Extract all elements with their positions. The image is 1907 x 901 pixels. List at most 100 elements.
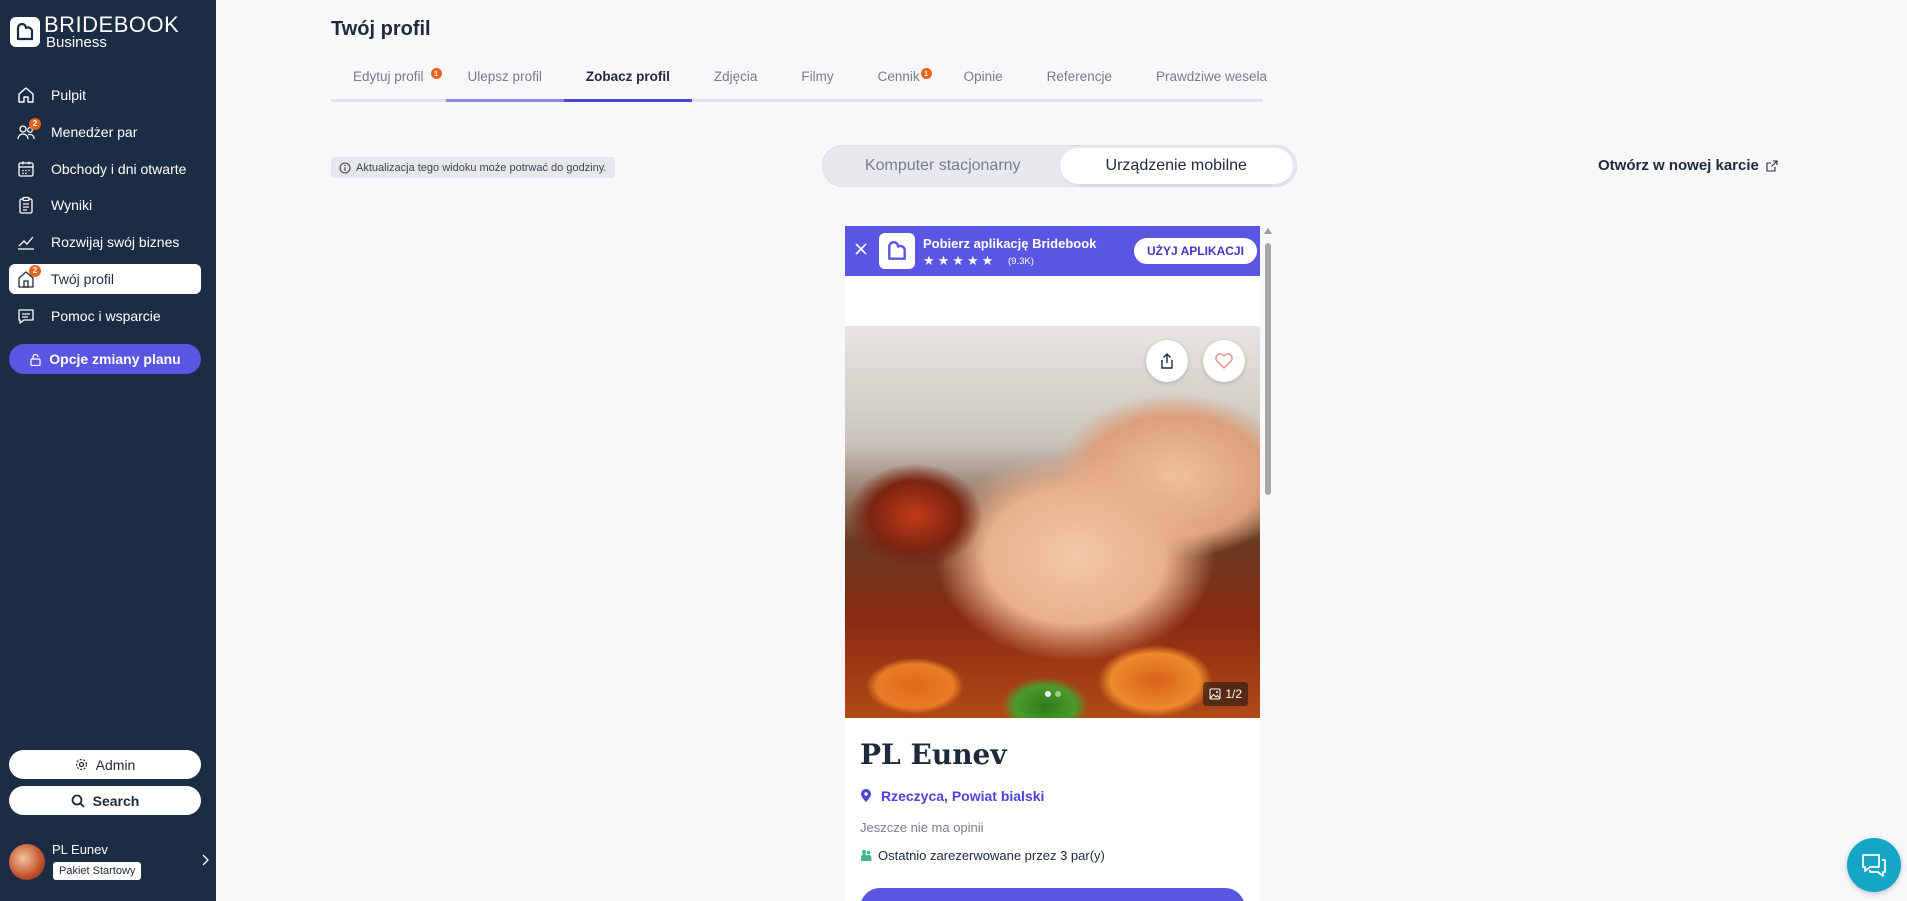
- tab-ulepsz-profil[interactable]: Ulepsz profil: [445, 64, 564, 102]
- close-icon[interactable]: [853, 241, 869, 257]
- page-title: Twój profil: [331, 18, 431, 40]
- clipboard-icon: [17, 196, 35, 215]
- scroll-up-arrow-icon[interactable]: [1264, 228, 1272, 234]
- chat-icon: [17, 307, 35, 325]
- sidebar-item-label: Pulpit: [51, 87, 87, 103]
- user-name: PL Eunev: [52, 842, 108, 857]
- sidebar-item-label: Twój profil: [51, 270, 115, 287]
- sidebar-item-label: Menedżer par: [51, 123, 138, 140]
- vendor-location[interactable]: Rzeczyca, Powiat bialski: [860, 788, 1044, 804]
- rating-stars: ★★★★★: [923, 253, 997, 268]
- admin-label: Admin: [95, 756, 136, 773]
- use-app-button[interactable]: UŻYJ APLIKACJI: [1134, 238, 1257, 264]
- brand-logo[interactable]: BRIDEBOOK Business: [10, 14, 179, 50]
- reviews-status: Jeszcze nie ma opinii: [860, 820, 984, 835]
- sidebar-item-twoj-profil[interactable]: 2 Twój profil: [9, 263, 201, 294]
- recent-bookings: Ostatnio zarezerwowane przez 3 par(y): [860, 848, 1105, 863]
- location-pin-icon: [860, 789, 872, 803]
- tab-label: Edytuj profil: [353, 69, 424, 84]
- gallery-dot[interactable]: [1055, 691, 1061, 697]
- chat-support-button[interactable]: [1847, 838, 1901, 892]
- user-plan-badge: Pakiet Startowy: [53, 862, 142, 880]
- search-icon: [71, 794, 85, 808]
- tab-label: Zobacz profil: [585, 69, 670, 84]
- tab-prawdziwe-wesela[interactable]: Prawdziwe wesela: [1134, 64, 1289, 102]
- photo-counter: 1/2: [1203, 682, 1248, 706]
- search-button[interactable]: Search: [9, 786, 201, 815]
- avatar: [9, 844, 45, 880]
- chevron-right-icon[interactable]: [201, 854, 209, 866]
- calendar-icon: [17, 160, 35, 178]
- gallery-dots: [1045, 691, 1061, 697]
- sidebar-item-label: Rozwijaj swój biznes: [51, 234, 180, 251]
- change-plan-button[interactable]: Opcje zmiany planu: [9, 344, 201, 374]
- sidebar-item-wyniki[interactable]: Wyniki: [9, 190, 201, 220]
- view-mode-toggle: Komputer stacjonarny Urządzenie mobilne: [822, 145, 1297, 187]
- desktop-view-option[interactable]: Komputer stacjonarny: [826, 148, 1060, 184]
- tab-label: Opinie: [963, 69, 1003, 84]
- hero-photo[interactable]: 1/2: [845, 326, 1260, 718]
- info-note-text: Aktualizacja tego widoku może potrwać do…: [356, 161, 607, 174]
- gear-icon: [75, 758, 88, 771]
- sidebar-item-rozwijaj-biznes[interactable]: Rozwijaj swój biznes: [9, 227, 201, 257]
- photo-counter-text: 1/2: [1225, 687, 1242, 701]
- sidebar-item-label: Pomoc i wsparcie: [51, 307, 161, 324]
- favorite-button[interactable]: [1203, 340, 1245, 382]
- bridebook-logo-icon: [10, 17, 40, 47]
- notification-badge: 1: [920, 68, 932, 79]
- tab-label: Zdjęcia: [713, 69, 758, 84]
- home-icon: [17, 86, 35, 104]
- vendor-name: PL Eunev: [860, 738, 1007, 771]
- tab-opinie[interactable]: Opinie: [942, 64, 1025, 102]
- mobile-view-option[interactable]: Urządzenie mobilne: [1059, 148, 1293, 184]
- vendor-location-text: Rzeczyca, Powiat bialski: [881, 788, 1045, 804]
- tab-edytuj-profil[interactable]: Edytuj profil 1: [331, 64, 446, 102]
- tab-filmy[interactable]: Filmy: [779, 64, 855, 102]
- sidebar-item-pomoc[interactable]: Pomoc i wsparcie: [9, 301, 201, 331]
- sidebar: BRIDEBOOK Business Pulpit 2 Menedżer par…: [0, 0, 216, 901]
- brand-title: BRIDEBOOK: [44, 12, 180, 37]
- gallery-dot-active[interactable]: [1045, 691, 1051, 697]
- tab-label: Filmy: [801, 69, 834, 84]
- admin-button[interactable]: Admin: [9, 750, 201, 779]
- profile-tabs: Edytuj profil 1 Ulepsz profil Zobacz pro…: [331, 64, 1267, 102]
- tab-label: Cennik: [877, 69, 920, 84]
- sidebar-item-menedzer-par[interactable]: 2 Menedżer par: [9, 117, 201, 147]
- image-icon: [1209, 688, 1221, 700]
- tab-zdjecia[interactable]: Zdjęcia: [692, 64, 780, 102]
- bridebook-app-icon: [879, 233, 915, 269]
- update-info-note: Aktualizacja tego widoku może potrwać do…: [331, 157, 615, 178]
- tab-label: Prawdziwe wesela: [1155, 69, 1268, 84]
- share-icon: [1158, 352, 1176, 370]
- share-button[interactable]: [1146, 340, 1188, 382]
- tab-zobacz-profil[interactable]: Zobacz profil: [563, 64, 692, 102]
- user-account[interactable]: PL Eunev Pakiet Startowy: [9, 840, 209, 890]
- recent-bookings-text: Ostatnio zarezerwowane przez 3 par(y): [878, 848, 1105, 863]
- sidebar-item-label: Obchody i dni otwarte: [51, 160, 187, 177]
- info-icon: [339, 161, 351, 174]
- sidebar-nav: Pulpit 2 Menedżer par Obchody i dni otwa…: [9, 80, 201, 338]
- chat-bubbles-icon: [1860, 852, 1888, 878]
- change-plan-label: Opcje zmiany planu: [49, 351, 181, 367]
- banner-title: Pobierz aplikację Bridebook: [923, 236, 1097, 251]
- scroll-thumb[interactable]: [1265, 243, 1271, 495]
- tab-cennik[interactable]: Cennik 1: [856, 64, 942, 102]
- notification-badge: 2: [29, 264, 41, 277]
- sidebar-item-obchody[interactable]: Obchody i dni otwarte: [9, 154, 201, 184]
- open-new-tab-link[interactable]: Otwórz w nowej karcie: [1598, 157, 1778, 174]
- tab-label: Referencje: [1046, 69, 1112, 84]
- mobile-profile-preview[interactable]: Pobierz aplikację Bridebook ★★★★★ (9.3K)…: [845, 226, 1260, 901]
- search-label: Search: [92, 792, 140, 809]
- sidebar-item-pulpit[interactable]: Pulpit: [9, 80, 201, 110]
- tab-label: Ulepsz profil: [467, 69, 542, 84]
- tab-referencje[interactable]: Referencje: [1025, 64, 1134, 102]
- lock-icon: [29, 353, 42, 366]
- chart-line-icon: [17, 233, 35, 251]
- sidebar-item-label: Wyniki: [51, 197, 93, 214]
- rating-count: (9.3K): [1008, 256, 1034, 267]
- app-download-banner: Pobierz aplikację Bridebook ★★★★★ (9.3K)…: [845, 226, 1260, 276]
- external-link-icon: [1766, 159, 1778, 172]
- notification-badge: 1: [430, 68, 442, 79]
- contact-button[interactable]: [860, 888, 1245, 901]
- preview-scrollbar[interactable]: [1263, 227, 1273, 901]
